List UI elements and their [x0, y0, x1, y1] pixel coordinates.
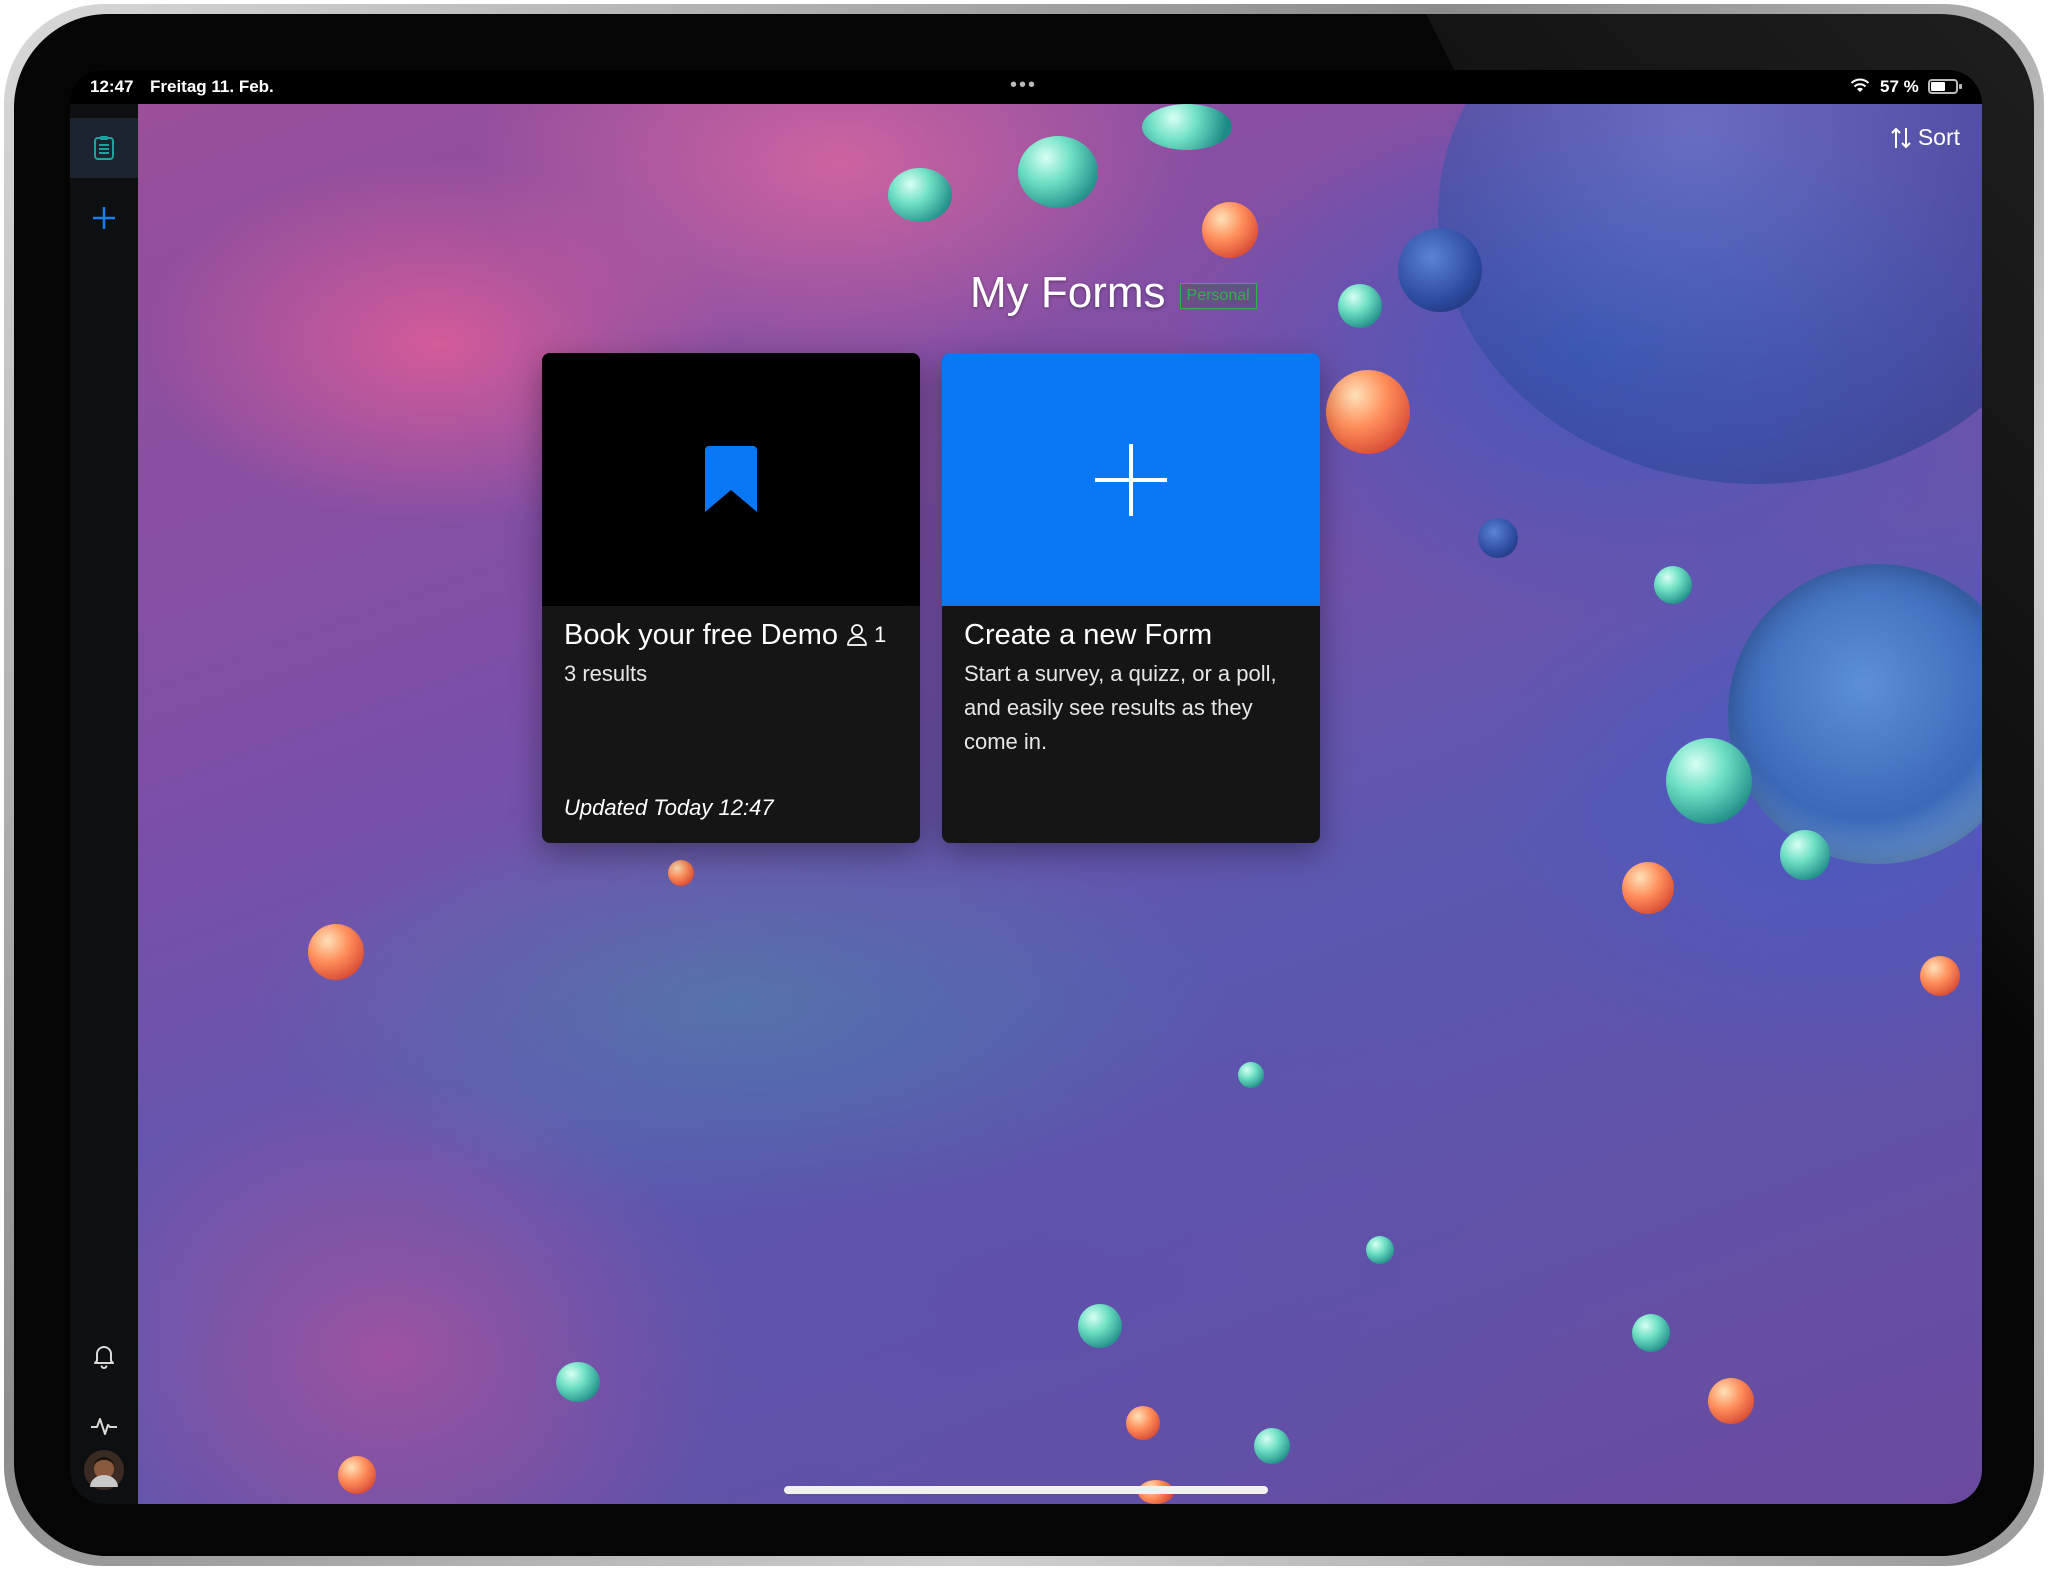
bubble	[1142, 104, 1232, 150]
sidebar	[70, 104, 138, 1504]
status-bar: 12:47 Freitag 11. Feb. ••• 57 %	[70, 70, 1982, 104]
bubble	[1078, 1304, 1122, 1348]
bubble	[1632, 1314, 1670, 1352]
status-date: Freitag 11. Feb.	[150, 77, 274, 96]
bubble	[1708, 1378, 1754, 1424]
activity-icon	[91, 1418, 117, 1435]
bubble	[1920, 956, 1960, 996]
card-title: Book your free Demo	[564, 619, 839, 651]
bubble	[308, 924, 364, 980]
card-body: Create a new Form Start a survey, a quiz…	[964, 617, 1302, 759]
card-title: Create a new Form	[964, 619, 1213, 651]
person-icon	[847, 624, 867, 646]
bookmark-icon	[705, 445, 757, 512]
sort-arrows-icon	[1891, 127, 1911, 148]
avatar	[84, 1450, 124, 1490]
page-title: My Forms	[970, 268, 1166, 317]
battery-percent: 57 %	[1880, 77, 1919, 96]
bubble	[1666, 738, 1752, 824]
bubble	[1366, 1236, 1394, 1264]
sidebar-item-my-forms[interactable]	[70, 118, 138, 178]
sort-button[interactable]: Sort	[1890, 124, 1960, 151]
bubble	[1254, 1428, 1290, 1464]
sidebar-item-notifications[interactable]	[70, 1326, 138, 1386]
battery-fill	[1931, 82, 1945, 91]
plus-icon	[1095, 443, 1167, 516]
bubble	[668, 860, 694, 886]
bubble	[1654, 566, 1692, 604]
page-header: My Forms Personal	[970, 268, 1257, 318]
card-banner	[942, 353, 1320, 606]
results-count: 3 results	[564, 661, 648, 686]
screen: 12:47 Freitag 11. Feb. ••• 57 % Sort My …	[70, 70, 1982, 1504]
card-banner	[542, 353, 920, 606]
bubble	[1202, 202, 1258, 258]
bell-icon	[94, 1346, 114, 1369]
card-description: Start a survey, a quizz, or a poll, and …	[964, 661, 1277, 754]
bubble	[1622, 862, 1674, 914]
bubble	[888, 168, 952, 222]
bubble	[1126, 1406, 1160, 1440]
status-time: 12:47	[90, 77, 134, 96]
create-form-card[interactable]: Create a new Form Start a survey, a quiz…	[942, 353, 1320, 843]
battery-tip	[1959, 84, 1962, 89]
sidebar-item-profile[interactable]	[70, 1440, 138, 1500]
bubble	[338, 1456, 376, 1494]
updated-timestamp: Updated Today 12:47	[564, 795, 774, 820]
large-bubble	[1728, 564, 1982, 864]
bubble	[1478, 518, 1518, 558]
form-card-book-demo[interactable]: Book your free Demo 1 3 results Updated …	[542, 353, 920, 843]
bubble	[1326, 370, 1410, 454]
home-indicator[interactable]	[784, 1486, 1268, 1494]
shared-count: 1	[874, 622, 887, 647]
card-body: Book your free Demo 1 3 results	[564, 617, 902, 691]
sidebar-item-new-form[interactable]	[70, 188, 138, 248]
bubble	[1780, 830, 1830, 880]
battery-icon	[1928, 79, 1962, 94]
wallpaper: Sort My Forms Personal Book your free De…	[138, 104, 1982, 1504]
bubble	[1338, 284, 1382, 328]
bubble	[1018, 136, 1098, 208]
bubble	[556, 1362, 600, 1402]
blue-blob	[1438, 104, 1982, 484]
clipboard-list-icon	[94, 136, 114, 160]
bubble	[1398, 228, 1482, 312]
sort-label: Sort	[1917, 124, 1960, 150]
card-title-row: Book your free Demo 1	[564, 617, 902, 653]
multitasking-dots-icon[interactable]: •••	[1010, 74, 1037, 97]
wifi-icon	[1850, 78, 1870, 92]
workspace-badge[interactable]: Personal	[1179, 283, 1257, 309]
bubble	[1238, 1062, 1264, 1088]
plus-icon	[93, 207, 115, 229]
